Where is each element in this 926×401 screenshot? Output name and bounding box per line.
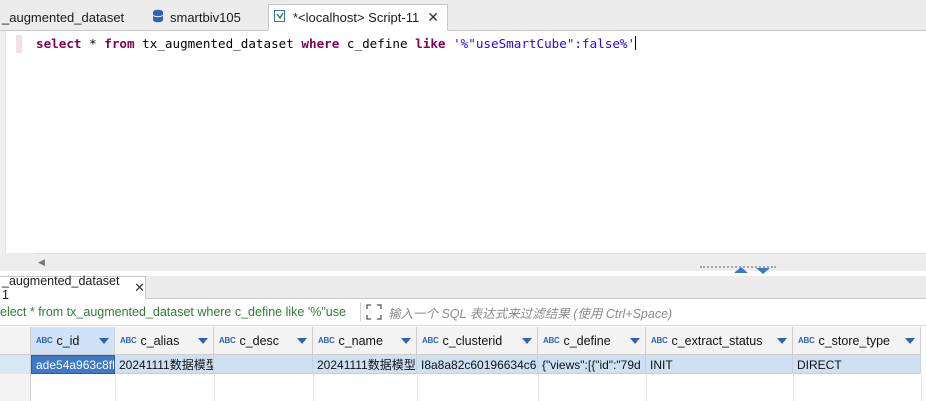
text-type-icon: ABC — [36, 336, 53, 345]
text-type-icon: ABC — [422, 336, 439, 345]
text-type-icon: ABC — [543, 336, 560, 345]
grid-line — [646, 374, 647, 401]
divider — [360, 303, 361, 321]
sql-string-literal: '%"useSmartCube":false%' — [453, 36, 636, 51]
results-grid: ABC c_id ABC c_alias ABC c_desc ABC c_na… — [0, 327, 926, 401]
grid-cell-c-alias[interactable]: 20241111数据模型 — [115, 355, 214, 374]
column-header-c-extract-status[interactable]: ABC c_extract_status — [646, 327, 793, 355]
chevron-down-icon[interactable] — [522, 338, 532, 344]
grid-line — [538, 374, 539, 401]
grid-line — [417, 374, 418, 401]
sql-script-icon — [273, 9, 287, 26]
text-type-icon: ABC — [120, 336, 137, 345]
column-header-c-alias[interactable]: ABC c_alias — [115, 327, 214, 355]
column-header-c-clusterid[interactable]: ABC c_clusterid — [417, 327, 538, 355]
sql-keyword: select — [36, 36, 82, 51]
scroll-left-icon[interactable]: ◀ — [38, 257, 45, 268]
sql-editor[interactable]: select * from tx_augmented_dataset where… — [0, 31, 926, 253]
results-tab-bar: _augmented_dataset 1 ✕ — [0, 273, 926, 302]
column-header-c-store-type[interactable]: ABC c_store_type — [793, 327, 921, 355]
grid-cell-c-store-type[interactable]: DIRECT — [793, 355, 921, 374]
grid-cell-c-id[interactable]: ade54a963c8fb — [31, 355, 115, 374]
sql-keyword: where — [301, 36, 340, 51]
result-filter-bar: elect * from tx_augmented_dataset where … — [0, 299, 926, 326]
column-header-c-id[interactable]: ABC c_id — [31, 327, 115, 355]
database-icon — [152, 9, 164, 26]
minimize-results-icon[interactable] — [756, 268, 770, 274]
sql-keyword: from — [104, 36, 135, 51]
text-type-icon: ABC — [219, 336, 236, 345]
text-type-icon: ABC — [318, 336, 335, 345]
grid-cell-c-define[interactable]: {"views":[{"id":"79d — [538, 355, 646, 374]
editor-left-strip — [0, 253, 34, 271]
tab-smartbiv105[interactable]: smartbiv105 — [148, 4, 266, 31]
grid-cell-c-clusterid[interactable]: I8a8a82c60196634c634 — [417, 355, 538, 374]
sql-text: c_define — [339, 36, 416, 51]
grid-line — [793, 374, 794, 401]
column-name: c_store_type — [818, 333, 891, 348]
grid-cell-c-desc[interactable] — [214, 355, 313, 374]
chevron-down-icon[interactable] — [99, 338, 109, 344]
chevron-down-icon[interactable] — [777, 338, 787, 344]
grid-line — [921, 374, 922, 401]
row-number-header[interactable] — [0, 327, 31, 355]
grid-line — [313, 374, 314, 401]
grid-line — [115, 374, 116, 401]
column-name: c_desc — [239, 333, 280, 348]
column-name: c_define — [563, 333, 611, 348]
column-name: c_extract_status — [671, 333, 763, 348]
tab-label: smartbiv105 — [170, 10, 241, 25]
column-name: c_id — [56, 333, 80, 348]
text-type-icon: ABC — [651, 336, 668, 345]
column-header-c-name[interactable]: ABC c_name — [313, 327, 417, 355]
chevron-down-icon[interactable] — [905, 338, 915, 344]
column-name: c_alias — [140, 333, 180, 348]
chevron-down-icon[interactable] — [401, 338, 411, 344]
chevron-down-icon[interactable] — [297, 338, 307, 344]
row-number-column-empty — [0, 374, 31, 401]
tab-augmented-dataset[interactable]: _augmented_dataset — [0, 4, 140, 31]
close-tab-icon[interactable]: ✕ — [427, 9, 439, 26]
column-name: c_name — [338, 333, 383, 348]
row-number-cell[interactable] — [0, 355, 31, 374]
tab-label: *<localhost> Script-11 — [293, 10, 420, 25]
close-results-icon[interactable]: ✕ — [134, 280, 145, 296]
column-header-c-desc[interactable]: ABC c_desc — [214, 327, 313, 355]
grid-line — [214, 374, 215, 401]
sql-keyword: like — [415, 36, 446, 51]
current-line-marker — [16, 35, 22, 53]
chevron-down-icon[interactable] — [630, 338, 640, 344]
filter-query-text[interactable]: elect * from tx_augmented_dataset where … — [0, 305, 358, 319]
editor-horizontal-scrollbar[interactable]: ◀ — [34, 253, 926, 271]
column-name: c_clusterid — [442, 333, 503, 348]
chevron-down-icon[interactable] — [198, 338, 208, 344]
sql-code-line[interactable]: select * from tx_augmented_dataset where… — [36, 36, 637, 51]
filter-input-placeholder[interactable]: 输入一个 SQL 表达式来过滤结果 (使用 Ctrl+Space) — [388, 303, 672, 322]
expand-filter-icon[interactable] — [365, 303, 383, 321]
tab-results[interactable]: _augmented_dataset 1 ✕ — [0, 273, 146, 302]
text-caret — [635, 36, 637, 50]
editor-gutter — [0, 31, 6, 253]
editor-tab-bar: _augmented_dataset smartbiv105 *<localho… — [0, 0, 926, 31]
sql-text: * — [81, 36, 105, 51]
results-tab-label: _augmented_dataset 1 — [2, 273, 120, 302]
tab-script-11[interactable]: *<localhost> Script-11 ✕ — [268, 4, 448, 31]
grid-cell-c-name[interactable]: 20241111数据模型 — [313, 355, 417, 374]
sql-text: tx_augmented_dataset — [134, 36, 302, 51]
grid-cell-c-extract-status[interactable]: INIT — [646, 355, 793, 374]
maximize-results-icon[interactable] — [734, 267, 748, 273]
column-header-c-define[interactable]: ABC c_define — [538, 327, 646, 355]
text-type-icon: ABC — [798, 336, 815, 345]
tab-label: _augmented_dataset — [2, 10, 125, 25]
